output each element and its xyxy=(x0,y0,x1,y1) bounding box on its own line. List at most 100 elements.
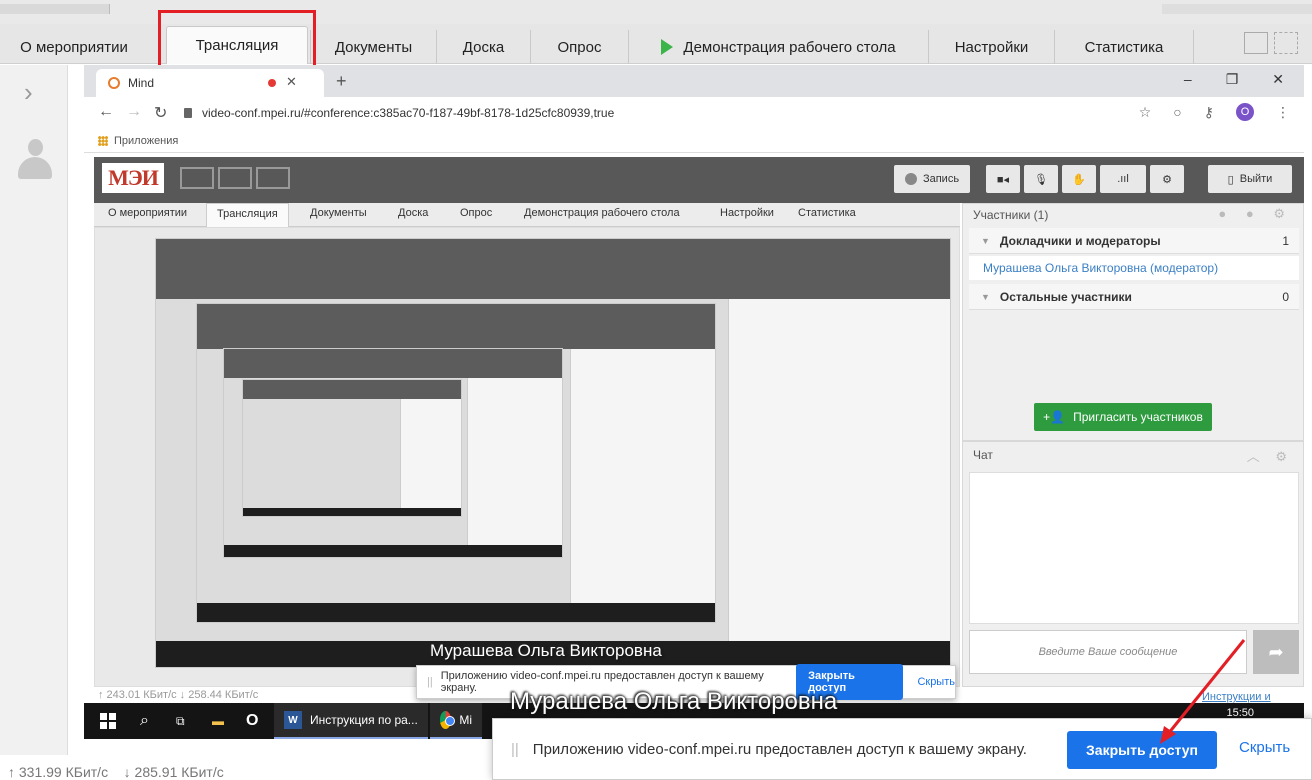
microphone-button[interactable]: 🎙 xyxy=(1024,165,1058,193)
inner-tab[interactable]: Документы xyxy=(310,207,367,219)
inner-tab[interactable]: Опрос xyxy=(460,207,492,219)
speakers-group-label: Докладчики и модераторы xyxy=(999,233,1161,248)
collapse-triangle-icon: ▼ xyxy=(981,291,990,302)
others-group-header[interactable]: ▼ Остальные участники 0 xyxy=(969,284,1299,310)
chat-input[interactable]: Введите Ваше сообщение xyxy=(969,630,1247,674)
layout-fullscreen-icon[interactable] xyxy=(1274,32,1298,54)
inner-tab-active[interactable]: Трансляция xyxy=(206,203,289,227)
layout-grid-icon[interactable] xyxy=(218,167,252,189)
minimize-icon[interactable]: – xyxy=(1184,71,1192,88)
inner-tab[interactable]: Демонстрация рабочего стола xyxy=(524,207,680,219)
tab-desktop-share[interactable]: Демонстрация рабочего стола xyxy=(628,30,928,64)
participant-item[interactable]: Мурашева Ольга Викторовна (модератор) xyxy=(969,256,1299,280)
tab-board[interactable]: Доска xyxy=(436,30,530,64)
layout-single-icon[interactable] xyxy=(1244,32,1268,54)
speakers-count: 1 xyxy=(1282,233,1289,248)
stop-sharing-button[interactable]: Закрыть доступ xyxy=(1067,731,1217,769)
menu-dots-icon[interactable]: ⋮ xyxy=(1276,104,1290,121)
record-label: Запись xyxy=(922,173,960,185)
camera-button[interactable]: ■◂ xyxy=(986,165,1020,193)
speakers-group-header[interactable]: ▼ Докладчики и модераторы 1 xyxy=(969,228,1299,254)
add-user-icon: +👤 xyxy=(1043,410,1066,424)
inner-tab[interactable]: Доска xyxy=(398,207,428,219)
tab-poll[interactable]: Опрос xyxy=(530,30,628,64)
invite-participants-button[interactable]: +👤 Пригласить участников xyxy=(1034,403,1212,431)
file-explorer-icon[interactable]: ▬ xyxy=(212,703,224,739)
main-tab-bar: О мероприятии Трансляция Документы Доска… xyxy=(0,24,1312,64)
opera-icon[interactable]: O xyxy=(246,703,258,739)
exit-button[interactable]: ▯ Выйти xyxy=(1208,165,1292,193)
site-favicon-icon xyxy=(108,77,120,89)
address-bar[interactable]: video-conf.mpei.ru/#conference:c385ac70-… xyxy=(184,101,824,125)
download-rate: ↓ 285.91 КБит/с xyxy=(123,764,224,780)
close-tab-icon[interactable]: ✕ xyxy=(286,74,297,90)
connection-quality-button[interactable]: .ııl xyxy=(1100,165,1146,193)
extension-icon[interactable]: ○ xyxy=(1173,104,1181,120)
layout-single-icon[interactable] xyxy=(256,167,290,189)
record-button[interactable]: Запись xyxy=(894,165,970,193)
forward-icon[interactable]: → xyxy=(126,103,142,121)
send-arrow-icon[interactable]: ➦ xyxy=(1253,630,1299,674)
tab-about[interactable]: О мероприятии xyxy=(0,30,148,64)
hide-notice-link[interactable]: Скрыть xyxy=(917,676,955,688)
mei-logo: МЭИ xyxy=(102,163,164,193)
profile-avatar[interactable]: O xyxy=(1236,103,1254,121)
task-view-icon[interactable]: ⧉ xyxy=(176,703,185,739)
new-tab-icon[interactable]: + xyxy=(336,71,347,92)
window-top-strip xyxy=(0,0,1312,24)
bookmarks-bar: Приложения xyxy=(84,129,1304,153)
taskbar-word-app[interactable]: W Инструкция по ра... xyxy=(274,703,428,739)
bookmarks-apps-label[interactable]: Приложения xyxy=(114,135,178,147)
tab-documents[interactable]: Документы xyxy=(310,30,436,64)
chat-tool-icons[interactable]: ︿ ⚙ xyxy=(1247,446,1293,465)
toolbar-right: ☆ ○ ⚷ O ⋮ xyxy=(1139,103,1290,121)
others-group-label: Остальные участники xyxy=(999,289,1132,304)
browser-toolbar: ← → ↻ video-conf.mpei.ru/#conference:c38… xyxy=(84,97,1304,129)
windows-logo-icon xyxy=(100,713,116,729)
layout-switcher xyxy=(1244,32,1298,54)
panel-tool-icons[interactable]: ● ● ⚙ xyxy=(1218,206,1293,222)
layout-grid-icon[interactable] xyxy=(180,167,214,189)
address-url: video-conf.mpei.ru/#conference:c385ac70-… xyxy=(202,106,615,120)
user-placeholder-icon xyxy=(18,139,52,179)
star-icon[interactable]: ☆ xyxy=(1139,104,1152,121)
back-icon[interactable]: ← xyxy=(98,103,114,121)
close-window-icon[interactable]: ✕ xyxy=(1272,71,1284,88)
raise-hand-button[interactable]: ✋ xyxy=(1062,165,1096,193)
inner-tab[interactable]: Статистика xyxy=(798,207,856,219)
left-rail: › xyxy=(0,65,68,755)
shared-screen: Mind ✕ + – ❐ ✕ ← → ↻ video-conf.mpei.ru/… xyxy=(68,65,1312,755)
chevron-right-icon[interactable]: › xyxy=(24,77,33,108)
top-strip-segment xyxy=(1162,4,1312,14)
reload-icon[interactable]: ↻ xyxy=(154,103,167,123)
inner-tab[interactable]: Настройки xyxy=(720,207,774,219)
browser-tab-title: Mind xyxy=(128,76,155,90)
taskbar-chrome-label: Mi xyxy=(459,713,472,727)
collapse-triangle-icon: ▼ xyxy=(981,235,990,246)
lock-icon xyxy=(184,108,192,118)
browser-tab[interactable]: Mind ✕ xyxy=(96,69,324,97)
nested-screen xyxy=(242,379,462,517)
search-icon[interactable]: ⌕ xyxy=(140,703,149,739)
hide-notice-link[interactable]: Скрыть xyxy=(1239,739,1290,756)
screen-share-notice: || Приложению video-conf.mpei.ru предост… xyxy=(492,718,1312,780)
inner-tab[interactable]: О мероприятии xyxy=(108,207,187,219)
restore-icon[interactable]: ❐ xyxy=(1226,71,1239,88)
participants-title: Участники (1) xyxy=(973,208,1049,222)
tab-broadcast[interactable]: Трансляция xyxy=(166,26,308,64)
nested-screen xyxy=(196,303,716,623)
key-icon[interactable]: ⚷ xyxy=(1204,104,1214,121)
tab-statistics[interactable]: Статистика xyxy=(1054,30,1194,64)
chat-messages xyxy=(969,472,1299,624)
taskbar-word-label: Инструкция по ра... xyxy=(310,713,418,727)
share-notice-text: Приложению video-conf.mpei.ru предоставл… xyxy=(532,740,1027,758)
inner-bandwidth-stats: ↑ 243.01 КБит/с ↓ 258.44 КБит/с xyxy=(98,689,259,701)
presenter-name-overlay-large: Мурашева Ольга Викторовна xyxy=(510,688,838,715)
word-icon: W xyxy=(284,711,302,729)
browser-tab-strip: Mind ✕ + – ❐ ✕ xyxy=(84,65,1304,97)
start-button[interactable] xyxy=(100,703,116,739)
chat-title: Чат xyxy=(973,448,993,462)
settings-gear-button[interactable]: ⚙ xyxy=(1150,165,1184,193)
tab-settings[interactable]: Настройки xyxy=(928,30,1054,64)
taskbar-chrome-app[interactable]: Mi xyxy=(430,703,482,739)
